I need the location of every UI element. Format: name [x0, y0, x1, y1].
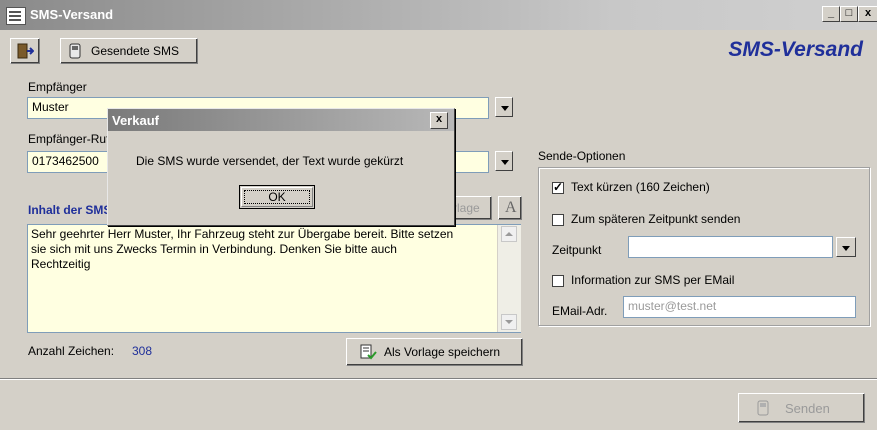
arrow-up-icon	[505, 232, 513, 236]
email-label: EMail-Adr.	[552, 304, 608, 318]
footer-separator	[0, 378, 877, 380]
send-later-checkbox[interactable]	[552, 214, 564, 226]
content-heading: Inhalt der SMS	[28, 203, 112, 217]
message-line-1: Sehr geehrter Herr Muster, Ihr Fahrzeug …	[31, 227, 454, 241]
send-button-label: Senden	[785, 401, 830, 416]
message-scrollbar[interactable]	[497, 225, 521, 332]
arrow-down-icon	[505, 320, 513, 324]
save-template-label: Als Vorlage speichern	[384, 345, 501, 359]
brand-title: SMS-Versand	[728, 38, 863, 61]
dialog-title: Verkauf	[112, 113, 159, 128]
time-input[interactable]	[628, 236, 833, 258]
message-line-3: Rechtzeitig	[31, 257, 91, 271]
scroll-down-button[interactable]	[501, 314, 517, 330]
sent-sms-button[interactable]: Gesendete SMS	[60, 38, 198, 64]
email-input[interactable]: muster@test.net	[623, 296, 856, 318]
char-count-value: 308	[132, 344, 153, 358]
dialog-close-button[interactable]: x	[430, 112, 448, 129]
sent-sms-label: Gesendete SMS	[91, 44, 180, 58]
minimize-button[interactable]: _	[822, 6, 840, 22]
email-info-label: Information zur SMS per EMail	[571, 273, 735, 287]
recipient-number-dropdown-button[interactable]	[495, 151, 513, 171]
time-label: Zeitpunkt	[552, 243, 602, 257]
message-dialog: Verkauf x Die SMS wurde versendet, der T…	[107, 108, 455, 226]
time-dropdown-button[interactable]	[836, 237, 856, 257]
ok-button[interactable]: OK	[239, 185, 315, 209]
ok-button-label: OK	[268, 190, 286, 204]
send-options-group: Text kürzen (160 Zeichen) Zum späteren Z…	[538, 167, 870, 326]
phone-send-icon	[757, 400, 769, 416]
font-button[interactable]: A	[498, 196, 522, 220]
shorten-text-label: Text kürzen (160 Zeichen)	[571, 180, 710, 194]
send-button[interactable]: Senden	[738, 393, 865, 423]
window-title-bar: SMS-Versand _ □ x	[0, 0, 877, 30]
scroll-up-button[interactable]	[501, 226, 517, 242]
char-count-label: Anzahl Zeichen:	[28, 344, 115, 358]
dialog-title-bar: Verkauf x	[108, 109, 454, 131]
recipient-dropdown-button[interactable]	[495, 97, 513, 117]
shorten-text-checkbox[interactable]	[552, 180, 564, 194]
exit-door-icon	[17, 43, 34, 59]
save-template-icon	[360, 344, 377, 360]
app-icon	[6, 7, 26, 25]
recipient-label: Empfänger	[28, 80, 87, 94]
exit-button[interactable]	[10, 38, 40, 64]
email-info-checkbox[interactable]	[552, 275, 564, 287]
save-template-button[interactable]: Als Vorlage speichern	[346, 338, 523, 366]
window-title: SMS-Versand	[30, 7, 114, 22]
font-icon: A	[505, 199, 517, 216]
message-line-2: sie sich mit uns Zwecks Termin in Verbin…	[31, 242, 397, 256]
close-button[interactable]: x	[858, 6, 877, 22]
send-options-title: Sende-Optionen	[538, 149, 626, 163]
dialog-message: Die SMS wurde versendet, der Text wurde …	[136, 154, 404, 168]
message-textarea[interactable]: Sehr geehrter Herr Muster, Ihr Fahrzeug …	[27, 224, 521, 333]
send-later-label: Zum späteren Zeitpunkt senden	[571, 212, 741, 226]
phone-icon	[69, 43, 81, 59]
maximize-button[interactable]: □	[840, 6, 858, 22]
